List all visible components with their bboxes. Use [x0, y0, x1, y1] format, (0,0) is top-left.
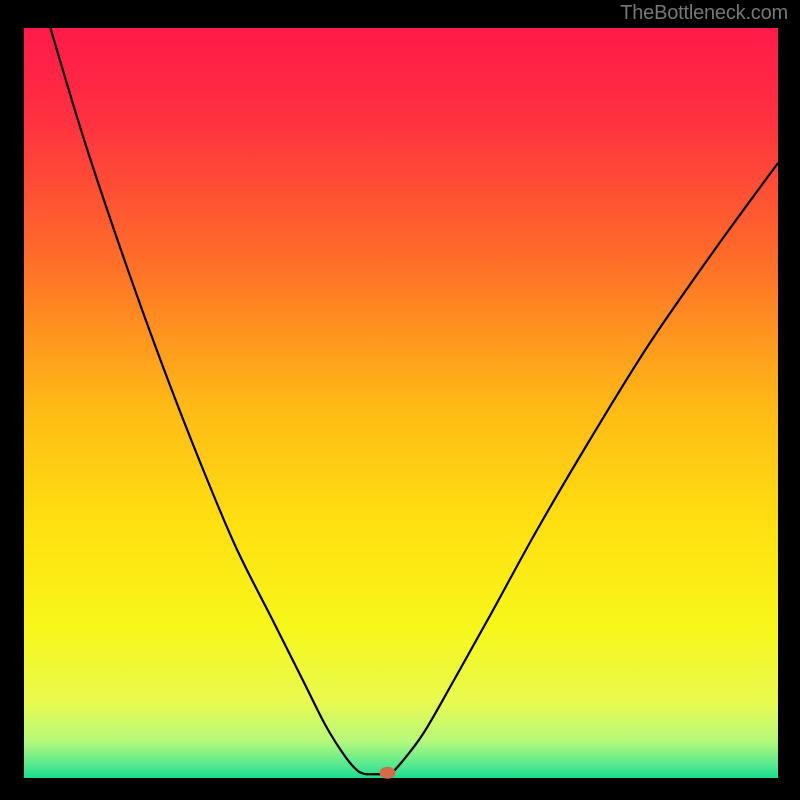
chart-frame: TheBottleneck.com: [0, 0, 800, 800]
plot-area: [24, 28, 778, 778]
watermark-text: TheBottleneck.com: [620, 2, 788, 25]
bottleneck-chart: [0, 0, 800, 800]
minimum-marker: [379, 767, 395, 779]
